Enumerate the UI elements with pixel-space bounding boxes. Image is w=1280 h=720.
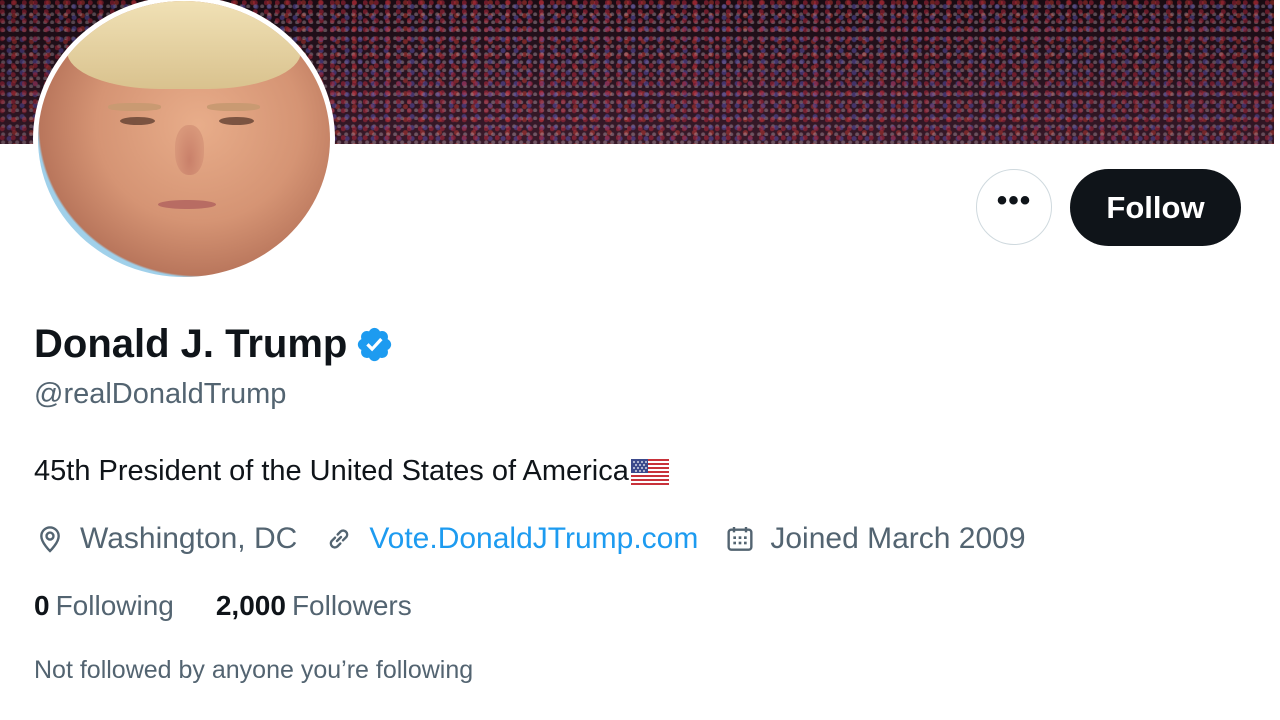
location-pin-icon xyxy=(40,526,60,553)
profile-stats: 0 Following 2,000 Followers xyxy=(34,590,454,622)
avatar-eye-left xyxy=(119,116,155,126)
location-text: Washington, DC xyxy=(80,522,298,555)
followers-count: 2,000 xyxy=(215,590,286,621)
following-stat[interactable]: 0 Following xyxy=(34,590,174,622)
followed-by-note: Not followed by anyone you’re following xyxy=(34,656,474,684)
avatar-brow-left xyxy=(108,103,161,112)
avatar-photo xyxy=(38,1,330,277)
calendar-icon xyxy=(727,527,753,551)
followers-label: Followers xyxy=(291,590,412,621)
verified-badge-icon[interactable] xyxy=(355,325,394,364)
profile-name: Donald J. Trump xyxy=(34,322,348,366)
avatar-hair xyxy=(67,1,301,90)
link-icon xyxy=(330,529,349,549)
profile-name-row: Donald J. Trump xyxy=(34,322,394,367)
following-count: 0 xyxy=(34,590,50,621)
avatar-mouth xyxy=(157,199,217,210)
more-dots-icon: ••• xyxy=(996,184,1032,217)
following-label: Following xyxy=(55,590,174,621)
location-item: Washington, DC xyxy=(34,522,297,556)
joined-item: Joined March 2009 xyxy=(724,522,1026,556)
avatar-brow-right xyxy=(207,103,260,112)
profile-handle: @realDonaldTrump xyxy=(34,378,287,410)
profile-bio: 45th President of the United States of A… xyxy=(34,455,669,488)
followers-stat[interactable]: 2,000 Followers xyxy=(216,590,412,622)
website-link[interactable]: Vote.DonaldJTrump.com xyxy=(369,522,698,556)
avatar-nose xyxy=(175,125,205,175)
joined-text: Joined March 2009 xyxy=(770,522,1026,555)
profile-avatar[interactable] xyxy=(33,0,335,282)
us-flag-icon xyxy=(630,458,669,485)
follow-button[interactable]: Follow xyxy=(1070,169,1241,246)
profile-meta: Washington, DC Vote.DonaldJTrump.com Joi… xyxy=(34,522,1052,556)
website-item[interactable]: Vote.DonaldJTrump.com xyxy=(323,522,698,556)
avatar-eye-right xyxy=(219,116,255,126)
bio-text: 45th President of the United States of A… xyxy=(34,455,629,487)
more-options-button[interactable]: ••• xyxy=(976,169,1052,245)
